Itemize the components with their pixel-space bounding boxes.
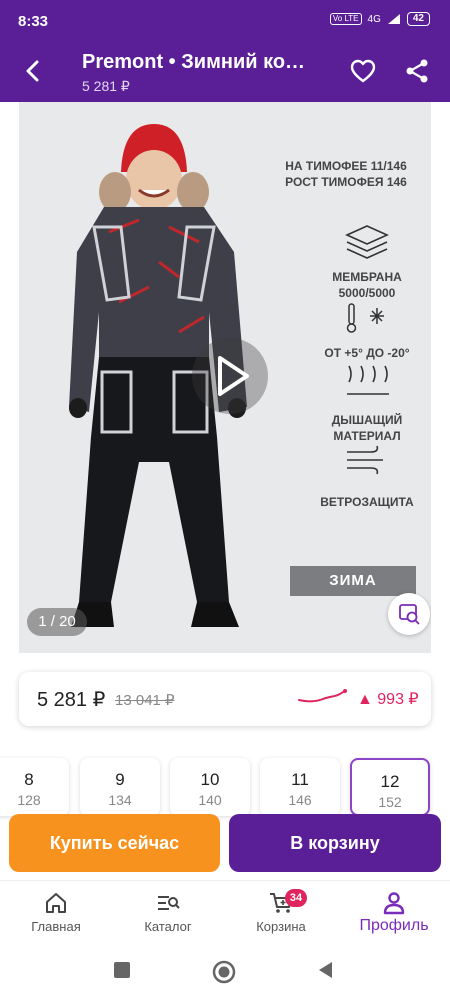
back-system-button[interactable] (316, 960, 334, 980)
size-option[interactable]: 10 140 (170, 758, 250, 816)
status-bar: 8:33 Vo LTE 4G 42 (0, 0, 450, 40)
back-arrow-icon (26, 60, 39, 82)
size-option-selected[interactable]: 12 152 (350, 758, 430, 816)
season-badge: ЗИМА (290, 566, 416, 596)
product-gallery[interactable]: НА ТИМОФЕЕ 11/146 РОСТ ТИМОФЕЯ 146 МЕМБР… (19, 102, 431, 653)
share-icon (406, 59, 428, 83)
heart-icon (350, 59, 376, 83)
profile-icon (383, 892, 405, 915)
header-price: 5 281 ₽ (82, 78, 130, 94)
price-trend-icon (298, 689, 347, 703)
recent-apps-button[interactable] (112, 960, 132, 980)
size-option[interactable]: 8 128 (0, 758, 69, 816)
old-price: 13 041 ₽ (115, 692, 175, 709)
share-button[interactable] (402, 56, 432, 86)
size-value: 10 (200, 770, 220, 789)
size-option[interactable]: 9 134 (80, 758, 160, 816)
breathable-line-1: ДЫШАЩИЙ (331, 413, 403, 427)
favorite-button[interactable] (348, 56, 378, 86)
page-title: Premont • Зимний ко… (82, 51, 306, 73)
size-height: 146 (288, 792, 312, 808)
model-height-line: РОСТ ТИМОФЕЯ 146 (285, 175, 407, 189)
breathable-line-2: МАТЕРИАЛ (333, 429, 401, 443)
nav-label: Каталог (144, 919, 192, 934)
size-height: 140 (198, 792, 222, 808)
model-info: НА ТИМОФЕЕ 11/146 РОСТ ТИМОФЕЯ 146 (281, 158, 411, 190)
nav-label: Главная (31, 919, 81, 934)
price-difference: ▲ 993 ₽ (357, 691, 419, 708)
visual-search-button[interactable] (388, 593, 430, 635)
breathable-info: ДЫШАЩИЙ МАТЕРИАЛ (315, 412, 419, 444)
back-button[interactable] (18, 56, 48, 86)
catalog-icon (158, 896, 180, 910)
size-value: 11 (291, 770, 309, 789)
app-bar: Premont • Зимний ко… 5 281 ₽ (0, 40, 450, 102)
membrane-label: МЕМБРАНА (332, 270, 402, 284)
size-height: 152 (378, 794, 402, 810)
nav-item-home[interactable]: Главная (6, 887, 106, 943)
system-icons: Vo LTE 4G 42 (329, 12, 430, 26)
nav-item-profile[interactable]: Профиль (344, 887, 444, 943)
nav-label: Профиль (359, 917, 429, 934)
temperature-info: ОТ +5° ДО -20° (324, 346, 410, 360)
size-value: 8 (24, 770, 34, 789)
size-value: 9 (115, 770, 125, 789)
size-selector: 8 128 9 134 10 140 11 146 12 152 (0, 758, 450, 818)
membrane-info: МЕМБРАНА 5000/5000 (315, 269, 419, 301)
price-card[interactable]: 5 281 ₽ 13 041 ₽ ▲ 993 ₽ (19, 672, 431, 726)
volte-icon: Vo LTE (329, 13, 362, 25)
size-height: 134 (108, 792, 132, 808)
home-system-button[interactable] (212, 960, 236, 984)
network-label: 4G (367, 13, 381, 25)
membrane-value: 5000/5000 (338, 286, 396, 300)
buy-now-button[interactable]: Купить сейчас (9, 814, 220, 872)
image-search-icon (399, 604, 420, 625)
image-counter: 1 / 20 (27, 608, 87, 636)
model-size-line: НА ТИМОФЕЕ 11/146 (285, 159, 407, 173)
nav-label: Корзина (256, 919, 306, 934)
add-to-cart-button[interactable]: В корзину (229, 814, 441, 872)
size-option[interactable]: 11 146 (260, 758, 340, 816)
size-height: 128 (17, 792, 41, 808)
windproof-info: ВЕТРОЗАЩИТА (320, 495, 414, 509)
bottom-navigation: Главная Каталог 34 Корзина Профиль (0, 880, 450, 946)
cart-count-badge: 34 (285, 889, 307, 907)
signal-icon (387, 14, 400, 24)
home-icon (46, 893, 66, 913)
play-icon (218, 356, 249, 396)
battery-icon: 42 (406, 12, 430, 26)
nav-item-catalog[interactable]: Каталог (118, 887, 218, 943)
nav-item-cart[interactable]: 34 Корзина (231, 887, 331, 943)
current-price: 5 281 ₽ (37, 689, 106, 711)
play-video-button[interactable] (192, 338, 268, 414)
size-value: 12 (380, 772, 400, 791)
status-time: 8:33 (18, 13, 49, 30)
system-navigation (0, 946, 450, 1000)
